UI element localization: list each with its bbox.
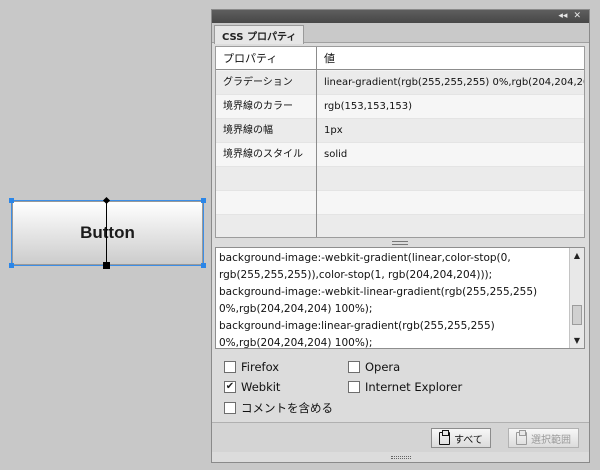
opera-checkbox[interactable]	[348, 361, 360, 373]
panel-titlebar: ◂◂ ✕	[212, 10, 589, 23]
row-property-name: 境界線のスタイル	[223, 149, 303, 160]
copy-all-button[interactable]: すべて	[431, 428, 491, 448]
table-row[interactable]: 境界線のスタイル solid	[216, 143, 584, 167]
code-line: background-image:-webkit-linear-gradient…	[219, 286, 538, 298]
canvas-button[interactable]: Button	[12, 201, 203, 265]
table-row[interactable]: 境界線のカラー rgb(153,153,153)	[216, 95, 584, 119]
css-code-text: background-image:-webkit-gradient(linear…	[219, 250, 569, 349]
include-comments-checkbox[interactable]	[224, 402, 236, 414]
css-properties-panel: ◂◂ ✕ CSS プロパティ プロパティ 値 グラデーション linear-gr…	[211, 9, 590, 463]
copy-selection-button[interactable]: 選択範囲	[508, 428, 579, 448]
row-property-value: linear-gradient(rgb(255,255,255) 0%,rgb(…	[324, 77, 584, 88]
row-property-value: solid	[324, 149, 348, 160]
internet-explorer-label: Internet Explorer	[365, 380, 463, 394]
webkit-label: Webkit	[241, 380, 281, 394]
row-property-value: 1px	[324, 125, 343, 136]
tab-css-properties[interactable]: CSS プロパティ	[214, 25, 305, 44]
option-opera[interactable]: Opera	[348, 360, 400, 374]
code-line: background-image:linear-gradient(rgb(255…	[219, 320, 495, 332]
splitter-grip-icon	[392, 241, 408, 245]
empty-table-row	[216, 167, 584, 191]
table-row[interactable]: 境界線の幅 1px	[216, 119, 584, 143]
row-property-name: 境界線の幅	[223, 125, 273, 136]
collapse-icon[interactable]: ◂◂	[558, 10, 567, 23]
selection-handle-bottom-right[interactable]	[201, 263, 206, 268]
header-value[interactable]: 値	[319, 47, 335, 70]
selection-center-line	[106, 201, 107, 265]
code-line: background-image:-webkit-gradient(linear…	[219, 252, 511, 264]
include-comments-label: コメントを含める	[241, 401, 333, 415]
row-property-name: 境界線のカラー	[223, 101, 293, 112]
scroll-thumb[interactable]	[572, 305, 582, 325]
column-divider[interactable]	[316, 47, 317, 237]
empty-table-row	[216, 215, 584, 237]
option-webkit[interactable]: ✔ Webkit	[224, 380, 280, 394]
selection-handle-top-right[interactable]	[201, 198, 206, 203]
panel-resize-grip[interactable]	[212, 452, 589, 462]
canvas-button-label: Button	[80, 223, 135, 242]
clipboard-icon	[439, 429, 450, 445]
firefox-label: Firefox	[241, 360, 280, 374]
copy-selection-label: 選択範囲	[531, 434, 571, 446]
clipboard-icon	[516, 429, 527, 445]
copy-all-label: すべて	[454, 434, 483, 446]
row-property-value: rgb(153,153,153)	[324, 101, 413, 112]
scroll-up-arrow-icon[interactable]: ▲	[571, 249, 583, 262]
code-line: 0%,rgb(204,204,204) 100%);	[219, 337, 373, 349]
selection-handle-top-left[interactable]	[9, 198, 14, 203]
tab-strip: CSS プロパティ	[212, 23, 589, 44]
close-icon[interactable]: ✕	[573, 10, 581, 23]
header-property[interactable]: プロパティ	[218, 47, 277, 70]
selection-handle-bottom-left[interactable]	[9, 263, 14, 268]
resize-grip-icon	[390, 455, 411, 459]
internet-explorer-checkbox[interactable]	[348, 381, 360, 393]
property-table: プロパティ 値 グラデーション linear-gradient(rgb(255,…	[215, 46, 585, 238]
option-include-comments[interactable]: コメントを含める	[224, 400, 333, 416]
code-line: rgb(255,255,255)),color-stop(1, rgb(204,…	[219, 269, 493, 281]
option-internet-explorer[interactable]: Internet Explorer	[348, 380, 462, 394]
tab-label: CSS プロパティ	[222, 31, 297, 43]
pane-splitter[interactable]	[215, 239, 585, 247]
table-header: プロパティ 値	[216, 47, 584, 70]
option-firefox[interactable]: Firefox	[224, 360, 279, 374]
panel-footer: すべて 選択範囲	[212, 422, 589, 452]
webkit-checkbox[interactable]: ✔	[224, 381, 236, 393]
css-code-output[interactable]: background-image:-webkit-gradient(linear…	[215, 247, 585, 349]
scroll-down-arrow-icon[interactable]: ▼	[571, 334, 583, 347]
row-property-name: グラデーション	[223, 77, 293, 88]
table-row[interactable]: グラデーション linear-gradient(rgb(255,255,255)…	[216, 71, 584, 95]
opera-label: Opera	[365, 360, 401, 374]
empty-table-row	[216, 191, 584, 215]
firefox-checkbox[interactable]	[224, 361, 236, 373]
code-scrollbar[interactable]: ▲ ▼	[569, 248, 584, 348]
code-line: 0%,rgb(204,204,204) 100%);	[219, 303, 373, 315]
selection-anchor-handle[interactable]	[103, 262, 110, 269]
